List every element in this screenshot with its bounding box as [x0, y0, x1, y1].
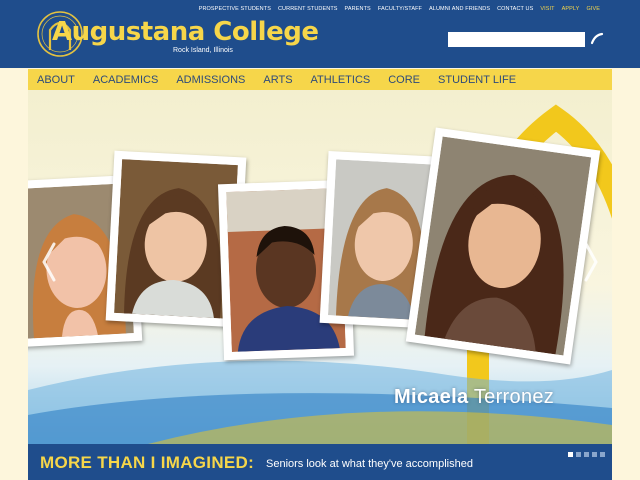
- slide-dot-4[interactable]: [592, 452, 597, 457]
- link-parents[interactable]: PARENTS: [345, 6, 371, 12]
- link-current-students[interactable]: CURRENT STUDENTS: [278, 6, 338, 12]
- college-name[interactable]: Augustana College: [52, 17, 319, 47]
- hero-slideshow[interactable]: Micaela Terronez: [28, 90, 612, 444]
- nav-athletics[interactable]: ATHLETICS: [311, 74, 371, 86]
- nav-admissions[interactable]: ADMISSIONS: [176, 74, 245, 86]
- search-icon[interactable]: [589, 31, 605, 47]
- link-apply[interactable]: APPLY: [562, 6, 580, 12]
- link-prospective-students[interactable]: PROSPECTIVE STUDENTS: [199, 6, 271, 12]
- slide-dot-3[interactable]: [584, 452, 589, 457]
- nav-core[interactable]: CORE: [388, 74, 420, 86]
- slide-dot-2[interactable]: [576, 452, 581, 457]
- nav-academics[interactable]: ACADEMICS: [93, 74, 158, 86]
- site-header: Augustana College Rock Island, Illinois …: [0, 0, 640, 68]
- utility-links: PROSPECTIVE STUDENTS CURRENT STUDENTS PA…: [199, 6, 600, 12]
- search-input[interactable]: [448, 32, 585, 47]
- banner-subtitle[interactable]: Seniors look at what they've accomplishe…: [266, 458, 473, 470]
- link-contact-us[interactable]: CONTACT US: [497, 6, 533, 12]
- nav-arts[interactable]: ARTS: [263, 74, 292, 86]
- chevron-right-icon[interactable]: [582, 240, 602, 284]
- hero-caption: Micaela Terronez: [394, 386, 554, 409]
- link-faculty-staff[interactable]: FACULTY/STAFF: [378, 6, 422, 12]
- feature-banner[interactable]: MORE THAN I IMAGINED: Seniors look at wh…: [28, 444, 612, 480]
- nav-about[interactable]: ABOUT: [37, 74, 75, 86]
- link-give[interactable]: GIVE: [586, 6, 600, 12]
- link-visit[interactable]: VISIT: [540, 6, 554, 12]
- main-nav: ABOUT ACADEMICS ADMISSIONS ARTS ATHLETIC…: [28, 69, 612, 90]
- chevron-left-icon[interactable]: [38, 240, 58, 284]
- caption-first-name: Micaela: [394, 386, 469, 408]
- slide-dot-5[interactable]: [600, 452, 605, 457]
- caption-last-name: Terronez: [473, 386, 555, 408]
- student-photo-5: [405, 127, 601, 365]
- banner-tagline[interactable]: MORE THAN I IMAGINED:: [40, 453, 254, 473]
- college-location: Rock Island, Illinois: [173, 47, 233, 54]
- link-alumni-friends[interactable]: ALUMNI AND FRIENDS: [429, 6, 490, 12]
- slide-indicators: [568, 452, 605, 457]
- slide-dot-1[interactable]: [568, 452, 573, 457]
- nav-student-life[interactable]: STUDENT LIFE: [438, 74, 516, 86]
